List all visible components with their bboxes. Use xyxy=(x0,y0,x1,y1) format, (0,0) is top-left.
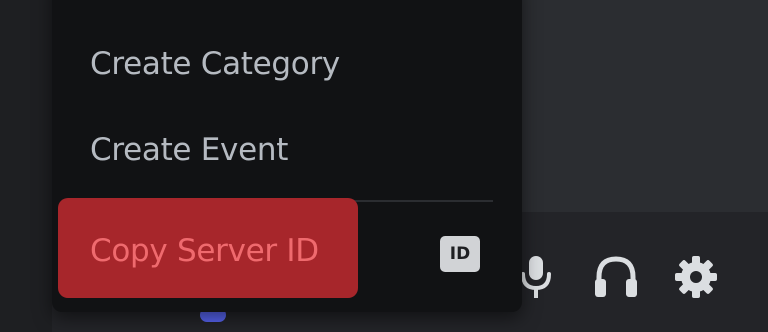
id-badge-icon: ID xyxy=(440,236,480,272)
server-list-sidebar xyxy=(0,0,52,332)
create-event-menu-item[interactable]: Create Event xyxy=(90,132,288,168)
user-settings-button[interactable] xyxy=(672,252,720,302)
discord-window: Create Category Create Event Copy Server… xyxy=(0,0,768,332)
settings-gear-icon xyxy=(675,256,717,298)
server-context-menu: Create Category Create Event Copy Server… xyxy=(52,0,522,312)
microphone-icon xyxy=(521,256,551,298)
create-category-menu-item[interactable]: Create Category xyxy=(90,46,340,82)
copy-server-id-menu-item[interactable]: Copy Server ID xyxy=(58,198,358,298)
headset-button[interactable] xyxy=(592,252,640,302)
copy-server-id-label: Copy Server ID xyxy=(90,233,319,269)
headset-icon xyxy=(595,256,637,297)
